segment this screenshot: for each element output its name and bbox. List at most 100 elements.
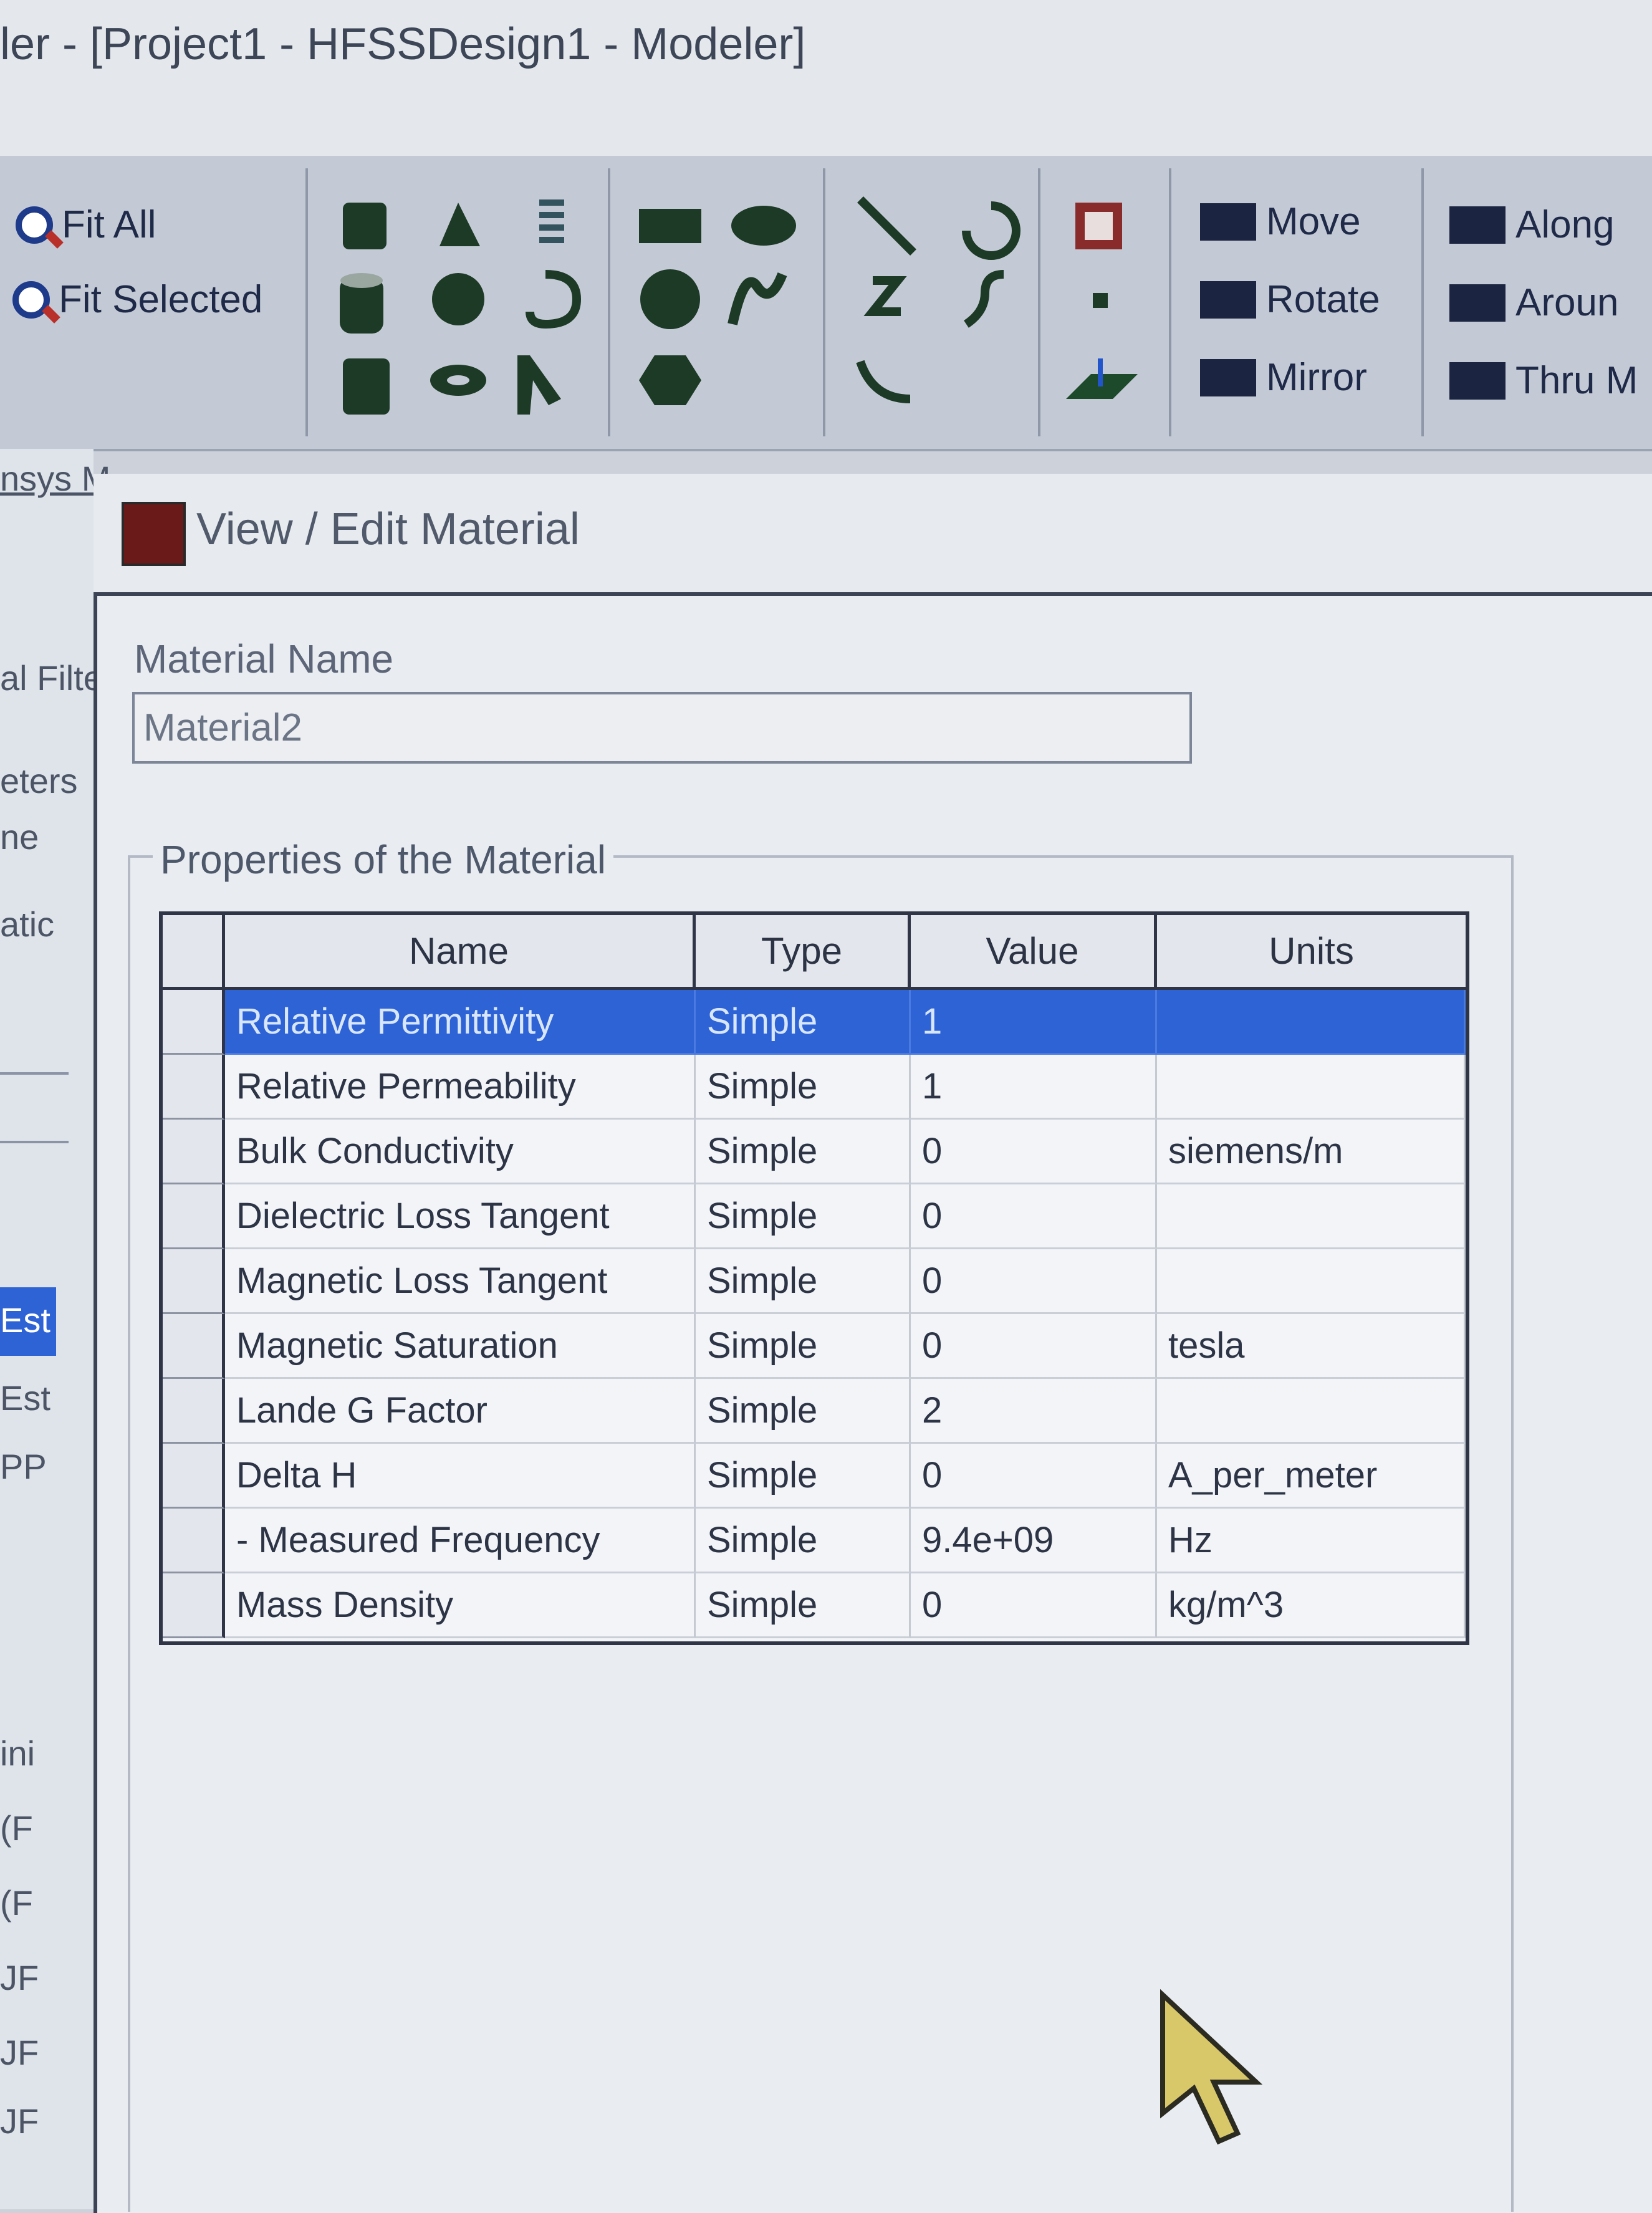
- cell-name[interactable]: Magnetic Loss Tangent: [225, 1249, 696, 1314]
- column-header-name[interactable]: Name: [225, 915, 696, 990]
- row-header[interactable]: [163, 1573, 225, 1638]
- properties-group-label: Properties of the Material: [153, 837, 613, 883]
- duplicate-around-icon: [1449, 284, 1506, 322]
- cell-value[interactable]: 0: [911, 1444, 1157, 1509]
- line-icon[interactable]: [857, 196, 916, 256]
- column-header-units[interactable]: Units: [1157, 915, 1466, 990]
- cell-name[interactable]: Lande G Factor: [225, 1379, 696, 1444]
- spline-icon[interactable]: [863, 276, 907, 316]
- cell-value[interactable]: 0: [911, 1573, 1157, 1638]
- cell-units[interactable]: tesla: [1157, 1314, 1466, 1379]
- cell-type[interactable]: Simple: [696, 1379, 911, 1444]
- cell-units[interactable]: Hz: [1157, 1509, 1466, 1573]
- material-name-field[interactable]: [132, 692, 1192, 764]
- cell-value[interactable]: 0: [911, 1249, 1157, 1314]
- arc-icon[interactable]: [962, 201, 1020, 260]
- duplicate-around-button[interactable]: Aroun: [1449, 281, 1618, 325]
- cell-value[interactable]: 0: [911, 1120, 1157, 1184]
- plane-icon[interactable]: [1066, 358, 1138, 399]
- polyhedron-icon[interactable]: [343, 358, 390, 415]
- cell-value[interactable]: 2: [911, 1379, 1157, 1444]
- row-header[interactable]: [163, 1249, 225, 1314]
- cell-units[interactable]: siemens/m: [1157, 1120, 1466, 1184]
- selected-tree-item[interactable]: Est: [0, 1287, 56, 1356]
- mirror-button[interactable]: Mirror: [1200, 355, 1367, 400]
- cell-name[interactable]: Relative Permittivity: [225, 990, 696, 1055]
- cell-type[interactable]: Simple: [696, 1249, 911, 1314]
- column-header-value[interactable]: Value: [911, 915, 1157, 990]
- table-row[interactable]: Lande G Factor Simple 2: [163, 1379, 1466, 1444]
- cell-type[interactable]: Simple: [696, 1573, 911, 1638]
- rectangle-icon[interactable]: [639, 209, 701, 243]
- row-header[interactable]: [163, 1314, 225, 1379]
- row-header[interactable]: [163, 1055, 225, 1120]
- cell-units[interactable]: [1157, 1055, 1466, 1120]
- cell-units[interactable]: [1157, 990, 1466, 1055]
- cell-name[interactable]: Mass Density: [225, 1573, 696, 1638]
- box-icon[interactable]: [343, 203, 387, 249]
- cell-name[interactable]: Delta H: [225, 1444, 696, 1509]
- row-header[interactable]: [163, 1444, 225, 1509]
- cell-type[interactable]: Simple: [696, 1184, 911, 1249]
- cell-units[interactable]: kg/m^3: [1157, 1573, 1466, 1638]
- point-icon[interactable]: [1093, 293, 1108, 308]
- cell-value[interactable]: 1: [911, 990, 1157, 1055]
- ellipse-icon[interactable]: [731, 206, 796, 246]
- row-header[interactable]: [163, 1184, 225, 1249]
- cell-units[interactable]: [1157, 1184, 1466, 1249]
- move-button[interactable]: Move: [1200, 199, 1361, 244]
- cell-name[interactable]: Magnetic Saturation: [225, 1314, 696, 1379]
- table-row[interactable]: Magnetic Loss Tangent Simple 0: [163, 1249, 1466, 1314]
- table-row[interactable]: Bulk Conductivity Simple 0 siemens/m: [163, 1120, 1466, 1184]
- cell-name[interactable]: Dielectric Loss Tangent: [225, 1184, 696, 1249]
- cell-name[interactable]: Bulk Conductivity: [225, 1120, 696, 1184]
- table-row[interactable]: Magnetic Saturation Simple 0 tesla: [163, 1314, 1466, 1379]
- table-row[interactable]: Relative Permittivity Simple 1: [163, 990, 1466, 1055]
- fit-all-button[interactable]: Fit All: [16, 203, 156, 247]
- cell-value[interactable]: 1: [911, 1055, 1157, 1120]
- table-row[interactable]: Relative Permeability Simple 1: [163, 1055, 1466, 1120]
- cell-type[interactable]: Simple: [696, 1314, 911, 1379]
- helix-icon[interactable]: [539, 199, 564, 243]
- cell-type[interactable]: Simple: [696, 1055, 911, 1120]
- cell-type[interactable]: Simple: [696, 990, 911, 1055]
- equation-curve-icon[interactable]: [728, 272, 787, 325]
- duplicate-along-button[interactable]: Along: [1449, 203, 1615, 247]
- cell-name[interactable]: Relative Permeability: [225, 1055, 696, 1120]
- spiral-icon[interactable]: [526, 270, 582, 329]
- torus-icon[interactable]: [430, 365, 486, 396]
- center-arc-icon[interactable]: [856, 360, 911, 403]
- cell-units[interactable]: A_per_meter: [1157, 1444, 1466, 1509]
- region-icon[interactable]: [1075, 203, 1122, 249]
- equation-line-icon[interactable]: [963, 270, 1004, 328]
- panel-text[interactable]: Est: [0, 1378, 50, 1418]
- cylinder-icon[interactable]: [340, 273, 383, 334]
- cell-value[interactable]: 0: [911, 1184, 1157, 1249]
- cell-name[interactable]: - Measured Frequency: [225, 1509, 696, 1573]
- cell-type[interactable]: Simple: [696, 1120, 911, 1184]
- row-header[interactable]: [163, 1509, 225, 1573]
- table-row[interactable]: Delta H Simple 0 A_per_meter: [163, 1444, 1466, 1509]
- cell-value[interactable]: 9.4e+09: [911, 1509, 1157, 1573]
- cell-value[interactable]: 0: [911, 1314, 1157, 1379]
- table-row[interactable]: Dielectric Loss Tangent Simple 0: [163, 1184, 1466, 1249]
- cone-icon[interactable]: [439, 203, 480, 246]
- sphere-icon[interactable]: [432, 273, 484, 325]
- table-row[interactable]: - Measured Frequency Simple 9.4e+09 Hz: [163, 1509, 1466, 1573]
- table-row[interactable]: Mass Density Simple 0 kg/m^3: [163, 1573, 1466, 1638]
- fit-selected-button[interactable]: Fit Selected: [12, 277, 262, 322]
- cell-units[interactable]: [1157, 1379, 1466, 1444]
- rotate-button[interactable]: Rotate: [1200, 277, 1380, 322]
- cell-type[interactable]: Simple: [696, 1509, 911, 1573]
- cell-units[interactable]: [1157, 1249, 1466, 1314]
- column-header-type[interactable]: Type: [696, 915, 911, 990]
- row-header[interactable]: [163, 990, 225, 1055]
- polygon-icon[interactable]: [639, 355, 701, 405]
- circle-icon[interactable]: [640, 269, 700, 329]
- cell-type[interactable]: Simple: [696, 1444, 911, 1509]
- bondwire-icon[interactable]: [517, 355, 561, 415]
- row-header[interactable]: [163, 1379, 225, 1444]
- panel-text[interactable]: PP: [0, 1446, 47, 1487]
- duplicate-thru-mirror-button[interactable]: Thru M: [1449, 358, 1638, 403]
- row-header[interactable]: [163, 1120, 225, 1184]
